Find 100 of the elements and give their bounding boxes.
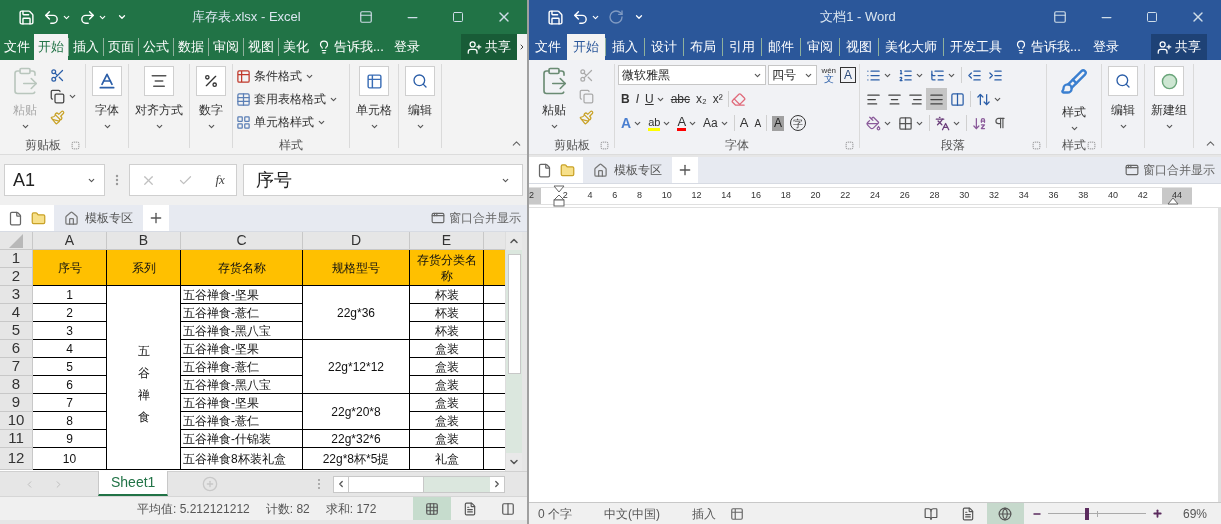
- row-header[interactable]: 5: [0, 322, 33, 340]
- ribbon-tab[interactable]: 布局: [684, 34, 722, 60]
- format-button[interactable]: abc: [667, 88, 694, 110]
- column-header[interactable]: D: [303, 232, 410, 250]
- phonetic-guide-button[interactable]: wén 文: [819, 67, 839, 83]
- table-cell: 7: [33, 394, 107, 412]
- ribbon-tab[interactable]: 开始: [34, 34, 68, 60]
- ribbon-tab[interactable]: 美化: [279, 34, 313, 60]
- font-button[interactable]: 字体: [89, 64, 125, 136]
- styles-menu-button[interactable]: 单元格样式: [236, 112, 346, 132]
- ribbon-tab[interactable]: 开发工具: [944, 34, 1008, 60]
- column-header[interactable]: C: [181, 232, 303, 250]
- merge-windows-button[interactable]: 窗口合并显示: [1119, 157, 1221, 183]
- row-header[interactable]: 9: [0, 394, 33, 412]
- ribbon-tab[interactable]: 文件: [0, 34, 34, 60]
- row-header[interactable]: 3: [0, 286, 33, 304]
- ribbon-tab[interactable]: 公式: [139, 34, 173, 60]
- group-label: 样式: [1062, 137, 1086, 154]
- row-header[interactable]: 6: [0, 340, 33, 358]
- ribbon-tab[interactable]: 设计: [645, 34, 683, 60]
- editing-button[interactable]: 编辑: [1105, 64, 1141, 136]
- merge-windows-button[interactable]: 窗口合并显示: [425, 205, 527, 231]
- number-button[interactable]: 数字: [193, 64, 229, 136]
- font-name-field[interactable]: 微软雅黑: [618, 65, 766, 85]
- character-border-button[interactable]: A: [840, 67, 856, 83]
- column-header[interactable]: A: [33, 232, 107, 250]
- styles-menu-button[interactable]: 套用表格格式: [236, 89, 346, 109]
- column-header[interactable]: E: [410, 232, 484, 250]
- change-case-button[interactable]: Aa: [700, 112, 732, 134]
- table-cell: 杯装: [410, 322, 484, 340]
- highlight-button[interactable]: ab: [645, 112, 675, 134]
- row-header[interactable]: 2: [0, 268, 33, 286]
- name-box[interactable]: A1: [4, 164, 105, 196]
- row-header[interactable]: 10: [0, 412, 33, 430]
- ribbon-tab[interactable]: 页面: [104, 34, 138, 60]
- table-cell: 五谷禅食-坚果: [181, 340, 303, 358]
- row-header[interactable]: 11: [0, 430, 33, 448]
- format-button[interactable]: x²: [709, 88, 726, 110]
- ribbon-tab[interactable]: 引用: [723, 34, 761, 60]
- row-header[interactable]: 8: [0, 376, 33, 394]
- font-color-button[interactable]: A: [674, 112, 701, 134]
- tell-me-button[interactable]: 告诉我...: [1008, 34, 1087, 60]
- row-header[interactable]: 12: [0, 448, 33, 470]
- alignment-button[interactable]: 对齐方式: [132, 64, 186, 136]
- status-text: 平均值: 5.212121212: [137, 500, 250, 518]
- table-cell: 盒装: [410, 394, 484, 412]
- table-cell: 五谷禅食8杯装礼盒: [181, 448, 303, 470]
- ribbon-tab[interactable]: 开始: [567, 34, 605, 60]
- sign-in-link[interactable]: 登录: [387, 34, 426, 60]
- column-header[interactable]: B: [107, 232, 181, 250]
- font-size-field[interactable]: 四号: [767, 65, 818, 85]
- template-tab[interactable]: 模板专区: [583, 157, 672, 183]
- format-button[interactable]: x₂: [693, 88, 710, 110]
- table-cell: 盒装: [410, 340, 484, 358]
- table-cell: 杯装: [410, 304, 484, 322]
- format-button[interactable]: U: [642, 88, 668, 110]
- zoom-level[interactable]: 69%: [1182, 504, 1207, 523]
- ribbon-tab[interactable]: 审阅: [209, 34, 243, 60]
- shrink-font-button[interactable]: A: [751, 112, 765, 134]
- table-cell: 礼盒: [410, 448, 484, 470]
- ruler-number: 6: [612, 191, 618, 200]
- format-button[interactable]: I: [632, 88, 642, 110]
- ribbon-tab[interactable]: 视图: [244, 34, 278, 60]
- row-header[interactable]: 7: [0, 358, 33, 376]
- format-button[interactable]: B: [618, 88, 633, 110]
- ruler-number: 2: [562, 191, 568, 200]
- styles-button[interactable]: 样式: [1056, 64, 1092, 136]
- ribbon-tab[interactable]: 审阅: [801, 34, 839, 60]
- cells-button[interactable]: 单元格: [353, 64, 395, 136]
- ribbon-tab[interactable]: 插入: [606, 34, 644, 60]
- table-cell: 五谷禅食: [107, 286, 181, 470]
- ribbon-tab[interactable]: 插入: [69, 34, 103, 60]
- paste-button[interactable]: 粘贴: [533, 64, 575, 136]
- ruler-number: 12: [691, 191, 702, 200]
- ruler[interactable]: 2 2 4 6 8 10 12 14 16 18 20 22 24 26 28 30 32 34 36 38 40 42 44: [529, 186, 1192, 205]
- ruler-number: 40: [1108, 191, 1119, 200]
- share-button[interactable]: 共享: [1151, 34, 1207, 60]
- grow-font-button[interactable]: A: [736, 112, 752, 134]
- ribbon-tab[interactable]: 美化大师: [879, 34, 943, 60]
- ribbon-tab[interactable]: 邮件: [762, 34, 800, 60]
- new-group-button[interactable]: 新建组: [1148, 64, 1190, 136]
- text-effects-button[interactable]: A: [618, 112, 646, 134]
- insert-function-button[interactable]: fx: [215, 170, 225, 190]
- share-button[interactable]: 共享: [461, 34, 517, 60]
- editing-button[interactable]: 编辑: [402, 64, 438, 136]
- ribbon-tab[interactable]: 文件: [529, 34, 567, 60]
- sign-in-link[interactable]: 登录: [1086, 34, 1125, 60]
- sheet-tab[interactable]: Sheet1: [98, 471, 169, 496]
- character-shading-button[interactable]: A: [769, 112, 788, 134]
- formula-bar[interactable]: 序号: [243, 164, 523, 196]
- ribbon-tab[interactable]: 视图: [840, 34, 878, 60]
- styles-menu-button[interactable]: 条件格式: [236, 66, 346, 86]
- tell-me-button[interactable]: 告诉我...: [313, 34, 388, 60]
- template-tab[interactable]: 模板专区: [54, 205, 143, 231]
- row-header[interactable]: 1: [0, 250, 33, 268]
- table-cell: 10: [33, 448, 107, 470]
- status-text: 插入: [692, 505, 716, 523]
- table-cell: 杯装: [410, 286, 484, 304]
- ribbon-tab[interactable]: 数据: [174, 34, 208, 60]
- row-header[interactable]: 4: [0, 304, 33, 322]
